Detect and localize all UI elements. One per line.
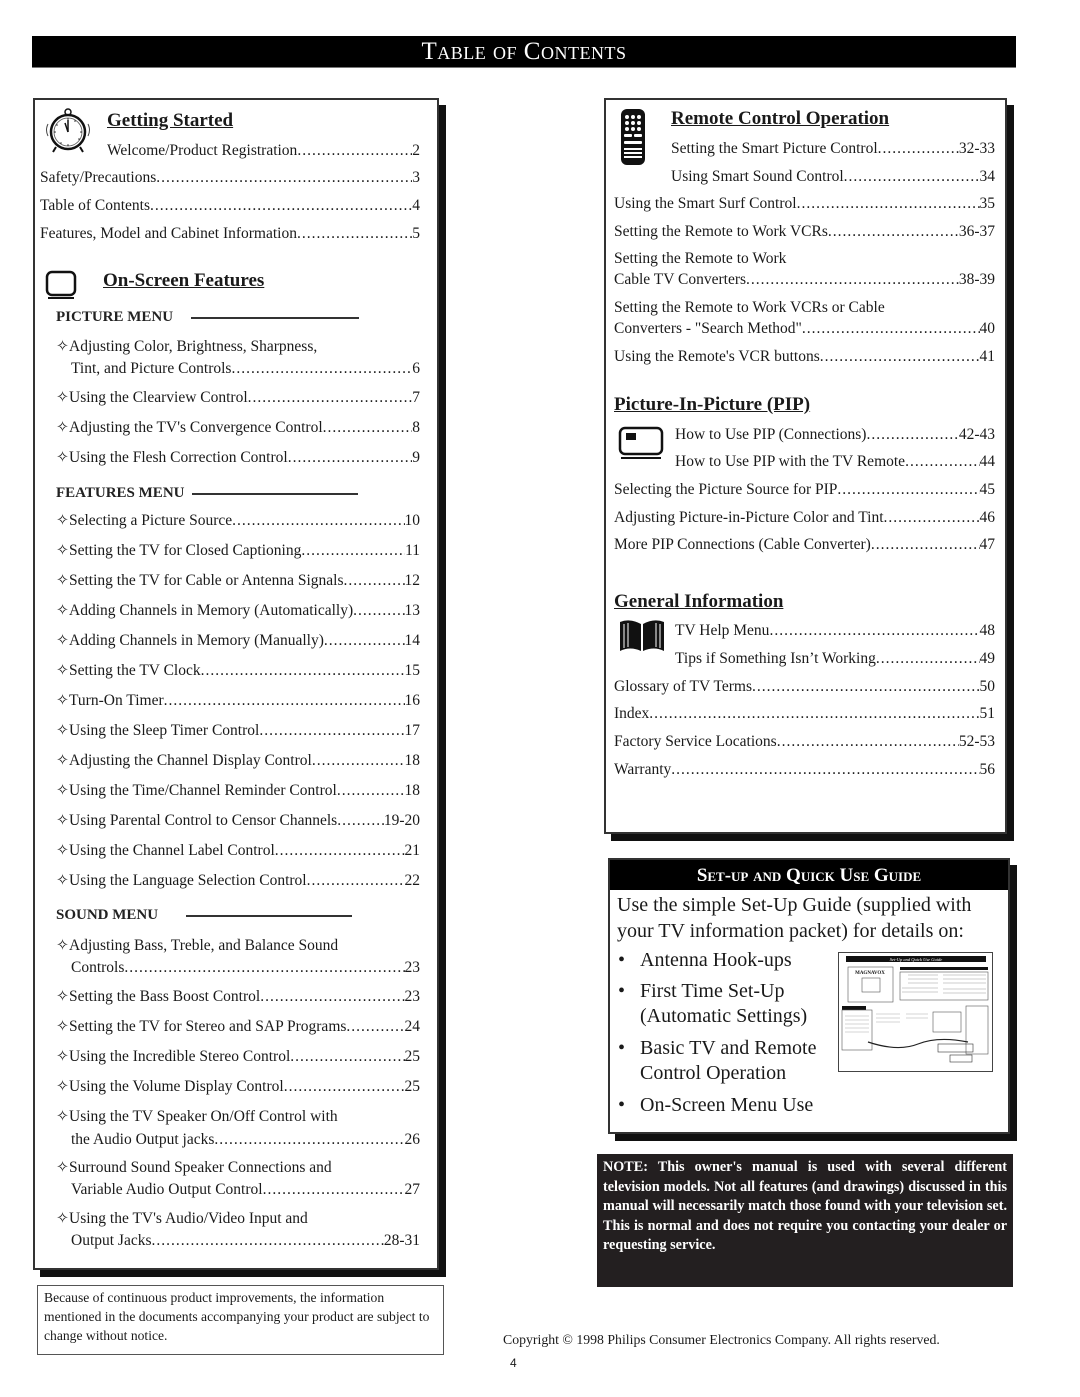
note-box: NOTE: This owner's manual is used with s… [597,1154,1013,1287]
toc-entry[interactable]: More PIP Connections (Cable Converter)47 [614,536,995,554]
toc-entry[interactable]: Setting the Remote to Work VCRs36-37 [614,223,995,241]
setup-bullet: • First Time Set-Up (Automatic Settings) [618,980,808,1027]
toc-entry[interactable]: Index51 [614,705,995,723]
toc-entry[interactable]: ✧ Using the Time/Channel Reminder Control… [56,781,420,800]
alarm-clock-icon [46,108,90,153]
heading-rule [186,914,353,917]
setup-bullet: • On-Screen Menu Use [618,1094,814,1116]
toc-entry[interactable]: ✧Selecting a Picture Source10 [56,511,420,530]
toc-entry[interactable]: ✧Setting the TV for Closed Captioning11 [56,541,420,560]
setup-bullet: • Basic TV and Remote Control Operation [618,1037,817,1084]
toc-entry[interactable]: the Audio Output jacks26 [71,1131,420,1149]
features-menu-heading: FEATURES MENU [56,485,359,502]
toc-entry[interactable]: Using the Smart Surf Control35 [614,195,995,213]
toc-entry[interactable]: ✧Using the Volume Display Control25 [56,1077,420,1096]
toc-entry[interactable]: Features, Model and Cabinet Information5 [40,225,420,243]
toc-entry[interactable]: Setting the Smart Picture Control32-33 [671,140,995,158]
disclaimer-box: Because of continuous product improvemen… [37,1285,444,1355]
toc-entry[interactable]: How to Use PIP with the TV Remote44 [675,453,995,471]
toc-entry[interactable]: Warranty56 [614,761,995,779]
toc-entry-line1[interactable]: ✧Adjusting Color, Brightness, Sharpness, [56,337,317,356]
toc-entry[interactable]: Glossary of TV Terms50 [614,678,995,696]
section-heading-on-screen-features: On-Screen Features [103,270,265,291]
toc-entry[interactable]: ✧Using the Incredible Stereo Control25 [56,1047,420,1066]
toc-entry-line1[interactable]: Setting the Remote to Work [614,250,786,268]
svg-text:MAGNAVOX: MAGNAVOX [855,971,885,976]
book-icon [620,620,664,651]
heading-rule [191,316,360,319]
toc-entry[interactable]: Converters - "Search Method"40 [614,320,995,338]
sound-menu-heading: SOUND MENU [56,907,353,924]
page-number: 4 [510,1356,517,1370]
toc-entry[interactable]: ✧Turn-On Timer16 [56,691,420,710]
toc-entry[interactable]: Factory Service Locations52-53 [614,733,995,751]
section-heading-general-info: General Information [614,591,784,612]
toc-entry-line1[interactable]: ✧Using the TV Speaker On/Off Control wit… [56,1107,338,1126]
toc-entry-line1[interactable]: ✧Surround Sound Speaker Connections and [56,1158,332,1177]
toc-entry[interactable]: ✧Using the Flesh Correction Control9 [56,448,420,467]
toc-entry[interactable]: ✧ Setting the TV for Stereo and SAP Progr… [56,1017,420,1036]
toc-entry-line1[interactable]: ✧Using the TV's Audio/Video Input and [56,1209,308,1228]
toc-entry[interactable]: ✧Using the Clearview Control7 [56,388,420,407]
toc-entry[interactable]: ✧Setting the Bass Boost Control23 [56,987,420,1006]
toc-entry[interactable]: Using Smart Sound Control34 [671,168,995,186]
picture-menu-heading: PICTURE MENU [56,309,360,326]
tv-icon [45,270,77,299]
toc-entry[interactable]: Adjusting Picture-in-Picture Color and T… [614,509,995,527]
toc-entry-line1[interactable]: Setting the Remote to Work VCRs or Cable [614,299,885,317]
toc-entry[interactable]: ✧Adjusting the TV's Convergence Control8 [56,418,420,437]
left-contents-box: Getting Started Welcome/Product Registra… [33,98,439,1270]
toc-entry[interactable]: Safety/Precautions3 [40,169,420,187]
setup-bullet: • Antenna Hook-ups [618,949,792,971]
toc-entry[interactable]: ✧Using the Channel Label Control21 [56,841,420,860]
toc-entry[interactable]: ✧Setting the TV Clock15 [56,661,420,680]
toc-entry[interactable]: ✧Adjusting the Channel Display Control18 [56,751,420,770]
toc-entry[interactable]: Welcome/Product Registration2 [107,142,420,160]
toc-entry[interactable]: Tips if Something Isn’t Working49 [675,650,995,668]
toc-entry[interactable]: Cable TV Converters38-39 [614,271,995,289]
remote-control-icon [621,109,645,165]
toc-entry[interactable]: Variable Audio Output Control27 [71,1181,420,1199]
toc-entry[interactable]: ✧ Setting the TV for Cable or Antenna Sig… [56,571,420,590]
section-heading-pip: Picture-In-Picture (PIP) [614,394,811,415]
toc-entry[interactable]: Output Jacks28-31 [71,1232,420,1250]
toc-entry-line1[interactable]: ✧Adjusting Bass, Treble, and Balance Sou… [56,936,338,955]
page-title: Table of Contents [32,36,1016,68]
toc-entry[interactable]: Selecting the Picture Source for PIP45 [614,481,995,499]
toc-entry[interactable]: Tint, and Picture Controls6 [71,360,420,378]
setup-guide-heading: Set-up and Quick Use Guide [610,860,1008,890]
pip-tv-icon [618,426,664,459]
toc-entry[interactable]: ✧Adding Channels in Memory (Manually)14 [56,631,420,650]
toc-entry[interactable]: How to Use PIP (Connections)42-43 [675,426,995,444]
toc-entry[interactable]: Using the Remote's VCR buttons41 [614,348,995,366]
heading-rule [192,492,359,495]
section-heading-remote-control: Remote Control Operation [671,108,890,129]
setup-guide-thumbnail: Set-Up and Quick Use Guide MAGNAVOX [838,952,993,1072]
toc-entry[interactable]: ✧ Adding Channels in Memory (Automaticall… [56,601,420,620]
toc-entry[interactable]: TV Help Menu48 [675,622,995,640]
setup-guide-intro: Use the simple Set-Up Guide (supplied wi… [617,894,972,942]
toc-entry[interactable]: ✧Using the Sleep Timer Control17 [56,721,420,740]
svg-text:Set-Up and Quick Use Guide: Set-Up and Quick Use Guide [890,957,943,962]
toc-entry[interactable]: Controls23 [71,959,420,977]
toc-entry[interactable]: ✧ Using Parental Control to Censor Channe… [56,811,420,830]
right-contents-box: Remote Control Operation Setting the Sma… [604,98,1007,834]
setup-guide-box: Set-up and Quick Use Guide Use the simpl… [608,858,1010,1134]
toc-entry[interactable]: Table of Contents4 [40,197,420,215]
toc-entry[interactable]: ✧Using the Language Selection Control22 [56,871,420,890]
copyright: Copyright © 1998 Philips Consumer Electr… [503,1332,940,1347]
section-heading-getting-started: Getting Started [107,110,234,131]
